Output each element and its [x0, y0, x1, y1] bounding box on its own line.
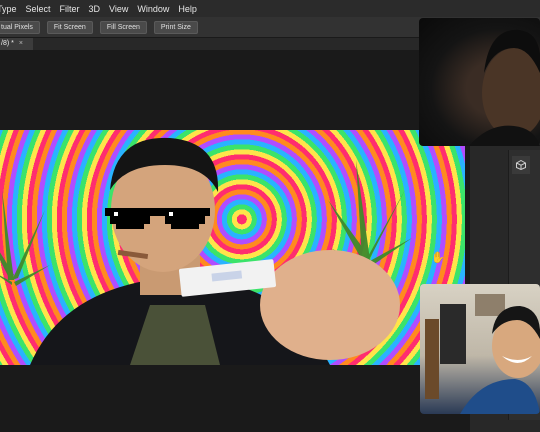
print-size-button[interactable]: Print Size	[153, 20, 198, 34]
actual-pixels-button[interactable]: tual Pixels	[0, 20, 40, 34]
menu-window[interactable]: Window	[137, 4, 169, 14]
document-tab-label: /8) *	[1, 40, 14, 47]
cube-icon[interactable]	[512, 156, 530, 174]
fill-screen-button[interactable]: Fill Screen	[99, 20, 147, 34]
menu-type[interactable]: Type	[0, 4, 17, 14]
menu-select[interactable]: Select	[26, 4, 51, 14]
menu-3d[interactable]: 3D	[89, 4, 101, 14]
webcam-overlay-bottom	[420, 284, 540, 414]
document-image	[0, 130, 465, 365]
fit-screen-button[interactable]: Fit Screen	[46, 20, 93, 34]
webcam-overlay-top	[419, 18, 540, 146]
menu-bar: Type Select Filter 3D View Window Help	[0, 0, 540, 17]
hand-cursor-icon: ✋	[431, 252, 445, 264]
menu-help[interactable]: Help	[178, 4, 197, 14]
document-tab[interactable]: /8) * ×	[0, 38, 33, 50]
menu-view[interactable]: View	[109, 4, 128, 14]
close-icon[interactable]: ×	[19, 40, 23, 47]
menu-filter[interactable]: Filter	[60, 4, 80, 14]
